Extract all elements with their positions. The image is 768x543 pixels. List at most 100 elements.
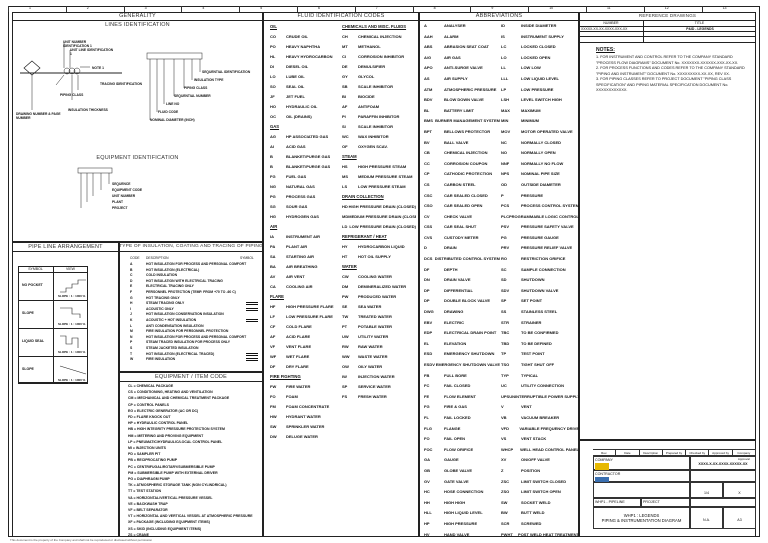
abbreviation: BL	[424, 107, 430, 113]
fluid-description: INSTRUMENT AIR	[286, 234, 321, 239]
fluid-code-row: B BLANKET/PURGE GAS	[270, 162, 340, 172]
abbreviation: EBV	[424, 319, 433, 325]
document-number-box: XXXX-X-XX-XXXX-XXXXX-XX	[690, 456, 756, 470]
abbreviation: FLG	[424, 425, 432, 431]
abbreviation: CSS	[424, 224, 433, 230]
abbreviation: SP	[501, 298, 507, 304]
fluid-code-row: AI ACID GAS	[270, 142, 340, 152]
abbreviation: ID	[501, 23, 505, 28]
fluid-description: JET FUEL	[286, 94, 305, 99]
abbreviation-meaning: ALARM	[444, 33, 459, 39]
fluid-description: LUBE OIL	[286, 74, 305, 79]
abbreviation-meaning: NORMALLY OPEN	[521, 150, 556, 156]
notes-title: NOTES:	[596, 47, 615, 53]
abbreviation: TBD	[501, 340, 510, 346]
fluid-description: LOW PRESSURE FLARE	[286, 314, 333, 319]
abbreviation-row: A ANALYSER	[424, 21, 500, 32]
equipment-callout: UNIT NUMBER	[112, 194, 136, 198]
abbreviation: DN	[424, 277, 430, 283]
fluid-code: CA	[270, 284, 276, 289]
abbreviation-meaning: STAINLESS STEEL	[521, 309, 558, 315]
abbreviation: GA	[424, 457, 430, 463]
abbreviation: ZSO	[501, 489, 510, 495]
abbreviation-meaning: PRESSURE SAFETY VALVE	[521, 224, 574, 230]
abbreviation: LP	[501, 86, 507, 92]
abbreviation-meaning: RESTRICTION ORIFICE	[521, 256, 566, 262]
drawing-subtitle: PIPING & INSTRUMENTATION DIAGRAM	[601, 518, 682, 523]
fluid-description: HYDRANT WATER	[286, 414, 321, 419]
fluid-code: HY	[342, 244, 348, 249]
fluid-code-row: DM DEMINERALIZED WATER	[342, 282, 416, 292]
revision-column-header: Company Approval	[733, 450, 756, 461]
fluid-code: VF	[270, 344, 276, 349]
fluid-description: SEAL OIL	[286, 84, 305, 89]
abbreviation-meaning: DRAIN	[444, 245, 457, 251]
fluid-description: HEAVY NAPHTHA	[286, 44, 321, 49]
abbreviation-meaning: ELEVATION	[444, 340, 467, 346]
fluid-code-row: MD MEDIUM PRESSURE DRAIN (CLOSED)	[342, 212, 416, 222]
revision: X	[738, 491, 741, 495]
abbreviation-row: V VENT	[501, 402, 579, 413]
abbreviation: SD	[501, 277, 507, 283]
abbreviation-row: UPS UNINTERRUPTIBLE POWER SUPPLY	[501, 392, 579, 403]
fluid-code: JF	[270, 94, 275, 99]
abbreviation-meaning: ANTI-SURGE VALVE	[444, 65, 483, 71]
abbreviation: TSO	[501, 362, 510, 367]
abbreviation-row: BW BUTT WELD	[501, 508, 579, 519]
slope-label: SLOPE : 1 : 1000 %	[58, 322, 86, 326]
tag-callout: FLUID CODE	[158, 110, 179, 114]
fluid-code: UW	[342, 334, 349, 339]
fluid-code-row: AG HP ASSOCIATED GAS	[270, 132, 340, 142]
abbreviation: AAH	[424, 33, 433, 39]
abbreviation-meaning: PROGRAMMABLE LOGIC CONTROLLER	[509, 213, 579, 219]
insulation-symbol	[246, 352, 258, 356]
abbreviation-row: FC FAIL CLOSED	[424, 381, 500, 392]
abbreviation: LC	[501, 44, 507, 50]
fluid-code-row: HD HIGH PRESSURE DRAIN (CLOSED)	[342, 202, 416, 212]
abbreviation-meaning: CAR SEALED OPEN	[444, 203, 483, 209]
fluid-description: FOAM	[286, 394, 298, 399]
col-symbol: SYMBOL	[28, 267, 43, 271]
abbreviation: DP	[424, 287, 430, 293]
fluid-code-row: WC WAX INHIBITOR	[342, 132, 416, 142]
fluid-code: SB	[342, 84, 348, 89]
line-callout: PIPING CLASS	[60, 93, 84, 97]
fluid-code-row: NG NATURAL GAS	[270, 182, 340, 192]
abbreviation-row: ATM ATMOSPHERIC PRESSURE	[424, 85, 500, 96]
abbreviation-meaning: LOW LIQUID LEVEL	[521, 75, 559, 81]
fluid-code-row: LS LOW PRESSURE STEAM	[342, 182, 416, 192]
fluid-code: PW	[342, 294, 349, 299]
abbreviation-row: CB CHEMICAL INJECTION	[424, 148, 500, 159]
abbreviation-row: BPT BELLOWS PROTECTOR	[424, 127, 500, 138]
abbreviation-row: D DRAIN	[424, 243, 500, 254]
abbreviation-meaning: AIR GAS	[444, 54, 461, 60]
fluid-code-row: CW COOLING WATER	[342, 272, 416, 282]
abbreviations-title: ABBREVIATIONS	[475, 13, 523, 19]
pipe-arrangement-label: SLOPE	[22, 367, 34, 371]
fluid-code: AG	[270, 134, 276, 139]
fluid-code: OF	[342, 144, 348, 149]
divider	[18, 272, 88, 273]
abbreviation-meaning: LIMIT SWITCH OPEN	[521, 489, 561, 495]
fluid-description: MEDIUM PRESSURE STEAM	[358, 174, 413, 179]
fluid-description: OILY WATER	[358, 364, 383, 369]
abbreviation-meaning: TO BE CONFIRMED	[521, 330, 559, 336]
fluid-code: HL	[270, 54, 276, 59]
abbreviation: PCS	[501, 203, 510, 209]
fluid-code-row: IW INJECTION WATER	[342, 372, 416, 382]
abbreviation: CSO	[424, 203, 433, 209]
fluid-code: DM	[342, 284, 349, 289]
abbreviation-meaning: LOCKED OPEN	[521, 54, 551, 60]
fluid-code-row: SE SEA WATER	[342, 302, 416, 312]
fluid-group-heading: AIR	[270, 224, 278, 229]
fluid-code: LO	[270, 74, 276, 79]
fluid-code-row: SI SCALE INHIBITOR	[342, 122, 416, 132]
abbreviation-meaning: LOCKED CLOSED	[521, 44, 556, 50]
abbreviation-meaning: LOW LOW	[521, 65, 541, 71]
abbreviation: PLC	[501, 213, 509, 219]
line-callout: DRAWING NUMBER & PAGE NUMBER	[16, 112, 61, 120]
abbreviation-meaning: GATE VALVE	[444, 478, 469, 484]
fluid-description: SERVICE WATER	[358, 384, 391, 389]
fluid-code: AI	[270, 144, 274, 149]
fluid-description: DEMINERALIZED WATER	[358, 284, 407, 289]
